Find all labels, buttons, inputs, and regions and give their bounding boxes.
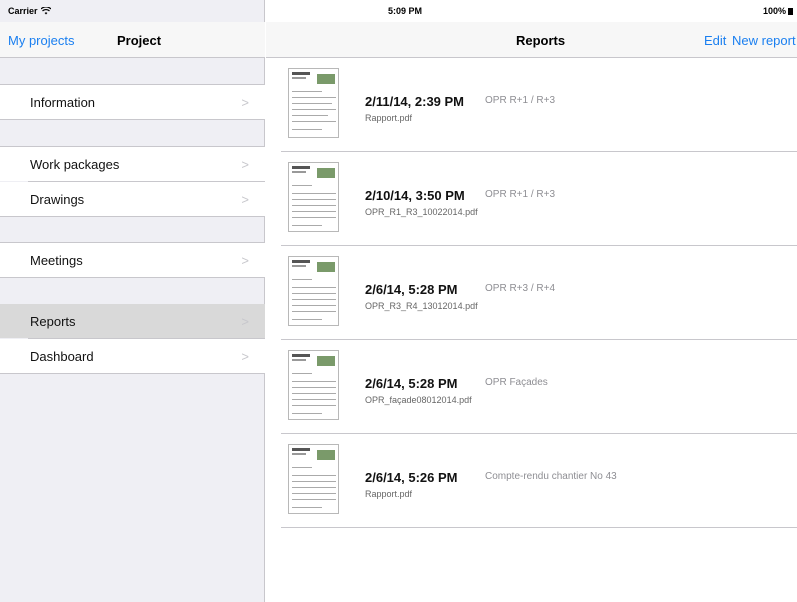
divider	[0, 119, 265, 120]
chevron-right-icon: >	[241, 192, 249, 207]
report-row[interactable]: 2/6/14, 5:26 PM Compte-rendu chantier No…	[281, 434, 797, 528]
main-navbar: Reports Edit New report	[266, 22, 797, 58]
report-filename: Rapport.pdf	[365, 489, 413, 499]
chevron-right-icon: >	[241, 95, 249, 110]
report-thumbnail	[288, 444, 339, 514]
page-title: Reports	[516, 33, 566, 48]
report-subject: OPR Façades	[485, 377, 548, 388]
my-projects-button[interactable]: My projects	[8, 33, 74, 48]
report-subject: Compte-rendu chantier No 43	[485, 471, 617, 482]
sidebar-item-label: Drawings	[30, 192, 85, 207]
sidebar-item-work-packages[interactable]: Work packages >	[0, 147, 265, 181]
report-filename: Rapport.pdf	[365, 113, 413, 123]
divider	[0, 216, 265, 217]
edit-button[interactable]: Edit	[704, 33, 726, 48]
report-subject: OPR R+3 / R+4	[485, 283, 556, 294]
report-thumbnail	[288, 350, 339, 420]
report-filename: OPR_R3_R4_13012014.pdf	[365, 301, 478, 311]
chevron-right-icon: >	[241, 253, 249, 268]
sidebar-item-label: Information	[30, 95, 96, 110]
report-date: 2/6/14, 5:26 PM	[365, 470, 458, 485]
sidebar-item-drawings[interactable]: Drawings >	[0, 182, 265, 216]
report-filename: OPR_façade08012014.pdf	[365, 395, 472, 405]
wifi-icon	[40, 7, 51, 15]
sidebar-navbar: My projects Project	[0, 22, 265, 58]
report-date: 2/11/14, 2:39 PM	[365, 94, 465, 109]
sidebar-item-information[interactable]: Information >	[0, 85, 265, 119]
report-date: 2/6/14, 5:28 PM	[365, 376, 458, 391]
carrier-label: Carrier	[8, 6, 38, 16]
status-time: 5:09 PM	[388, 6, 423, 16]
reports-panel: 5:09 PM 100% Reports Edit New report 2/1…	[266, 0, 797, 602]
report-thumbnail	[288, 162, 339, 232]
sidebar-title: Project	[117, 33, 162, 48]
report-subject: OPR R+1 / R+3	[485, 95, 556, 106]
report-row[interactable]: 2/10/14, 3:50 PM OPR R+1 / R+3 OPR_R1_R3…	[281, 152, 797, 246]
sidebar-item-label: Meetings	[30, 253, 83, 268]
report-date: 2/6/14, 5:28 PM	[365, 282, 458, 297]
report-thumbnail	[288, 68, 339, 138]
report-subject: OPR R+1 / R+3	[485, 189, 556, 200]
status-carrier: Carrier	[8, 6, 51, 16]
report-row[interactable]: 2/6/14, 5:28 PM OPR Façades OPR_façade08…	[281, 340, 797, 434]
divider	[0, 373, 265, 374]
sidebar: Carrier My projects Project Information …	[0, 0, 265, 602]
sidebar-item-label: Dashboard	[30, 349, 94, 364]
sidebar-item-label: Work packages	[30, 157, 120, 172]
sidebar-item-label: Reports	[30, 314, 76, 329]
new-report-button[interactable]: New report	[732, 33, 796, 48]
battery-percent: 100%	[762, 6, 786, 16]
divider	[0, 277, 265, 278]
sidebar-item-reports[interactable]: Reports >	[0, 304, 265, 338]
chevron-right-icon: >	[241, 349, 249, 364]
report-filename: OPR_R1_R3_10022014.pdf	[365, 207, 478, 217]
battery-icon	[788, 7, 793, 15]
report-row[interactable]: 2/6/14, 5:28 PM OPR R+3 / R+4 OPR_R3_R4_…	[281, 246, 797, 340]
report-thumbnail	[288, 256, 339, 326]
report-row[interactable]: 2/11/14, 2:39 PM OPR R+1 / R+3 Rapport.p…	[281, 58, 797, 152]
sidebar-item-dashboard[interactable]: Dashboard >	[0, 339, 265, 373]
status-battery: 100%	[763, 6, 793, 16]
sidebar-item-meetings[interactable]: Meetings >	[0, 243, 265, 277]
chevron-right-icon: >	[241, 157, 249, 172]
report-date: 2/10/14, 3:50 PM	[365, 188, 465, 203]
chevron-right-icon: >	[241, 314, 249, 329]
